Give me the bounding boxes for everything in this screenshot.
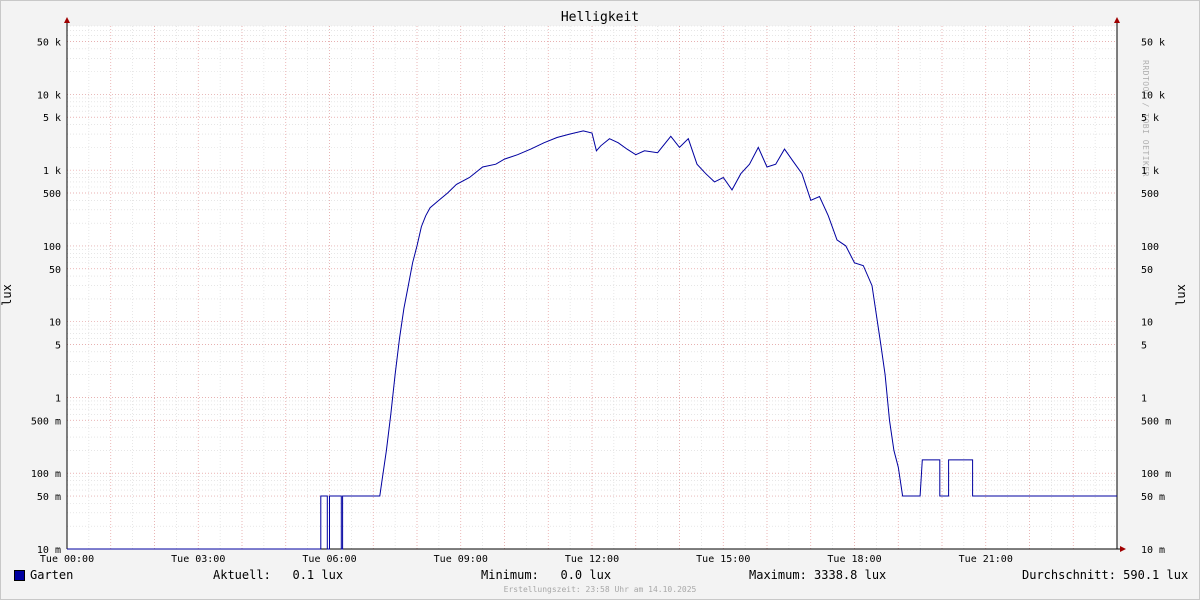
- plot-area: 10 m 10 m50 m 50 m100 m 100 m500 m 500 m1 15 5…: [31, 17, 1171, 565]
- x-tick-label: Tue 15:00: [696, 554, 750, 565]
- y-tick-label-left: 500 m: [31, 416, 61, 427]
- legend-average: Durchschnitt: 590.1 lux: [1022, 568, 1189, 582]
- x-tick-label: Tue 00:00: [40, 554, 94, 565]
- y-tick-label-right: 5 k: [1141, 113, 1159, 124]
- y-tick-label-right: 50: [1141, 265, 1153, 276]
- y-tick-label-right: 100: [1141, 242, 1159, 253]
- x-tick-label: Tue 21:00: [959, 554, 1013, 565]
- y-tick-label-right: 10: [1141, 318, 1153, 329]
- legend-current: Aktuell: 0.1 lux: [213, 568, 344, 582]
- y-tick-label-right: 10 m: [1141, 545, 1165, 556]
- y-tick-label-left: 1 k: [43, 166, 61, 177]
- y-tick-label-right: 100 m: [1141, 469, 1171, 480]
- y-tick-label-right: 1: [1141, 393, 1147, 404]
- y-tick-label-left: 50 m: [37, 492, 61, 503]
- x-tick-label: Tue 09:00: [434, 554, 488, 565]
- y-tick-label-left: 100: [43, 242, 61, 253]
- y-tick-label-left: 50: [49, 265, 61, 276]
- y-tick-label-right: 500 m: [1141, 416, 1171, 427]
- y-tick-label-right: 50 k: [1141, 37, 1165, 48]
- y-tick-label-left: 500: [43, 189, 61, 200]
- x-axis-arrow: [1120, 546, 1126, 552]
- legend-series-name: Garten: [30, 568, 74, 582]
- y-tick-label-right: 50 m: [1141, 492, 1165, 503]
- y-tick-label-left: 1: [55, 393, 61, 404]
- y-tick-label-left: 5: [55, 341, 61, 352]
- y-axis-arrow-right: [1114, 17, 1120, 23]
- y-tick-label-left: 10 k: [37, 90, 61, 101]
- legend-minimum: Minimum: 0.0 lux: [481, 568, 612, 582]
- y-tick-label-left: 100 m: [31, 469, 61, 480]
- y-tick-label-right: 1 k: [1141, 166, 1159, 177]
- y-axis-arrow-left: [64, 17, 70, 23]
- y-tick-label-left: 50 k: [37, 37, 61, 48]
- legend-maximum: Maximum: 3338.8 lux: [749, 568, 887, 582]
- y-tick-label-left: 10: [49, 318, 61, 329]
- x-tick-label: Tue 18:00: [827, 554, 881, 565]
- legend-swatch-garten: [14, 570, 25, 581]
- x-tick-label: Tue 12:00: [565, 554, 619, 565]
- x-tick-label: Tue 06:00: [302, 554, 356, 565]
- x-tick-label: Tue 03:00: [171, 554, 225, 565]
- footer-timestamp: Erstellungszeit: 23:58 Uhr am 14.10.2025: [503, 585, 697, 594]
- y-tick-label-right: 5: [1141, 341, 1147, 352]
- y-tick-label-left: 5 k: [43, 113, 61, 124]
- y-tick-label-right: 500: [1141, 189, 1159, 200]
- y-tick-label-right: 10 k: [1141, 90, 1165, 101]
